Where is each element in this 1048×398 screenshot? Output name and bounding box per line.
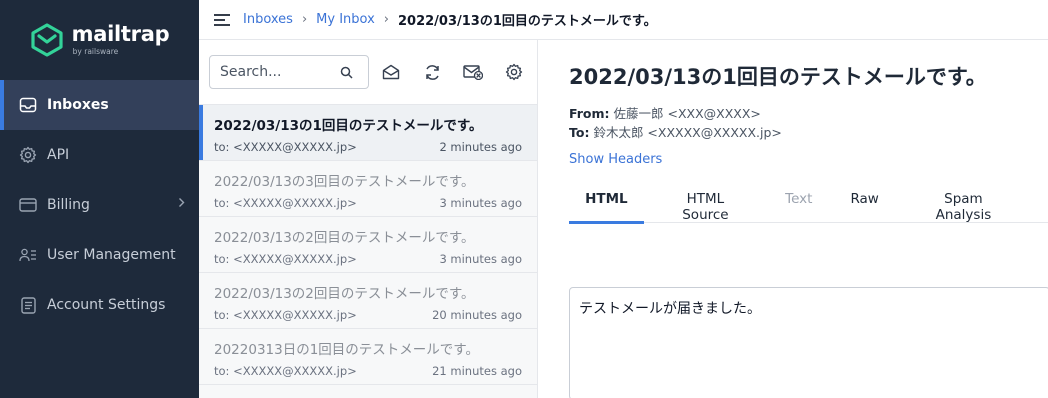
sidebar-item-user-management[interactable]: User Management xyxy=(0,230,199,280)
sidebar: mailtrap by railsware Inboxes API Billin… xyxy=(0,0,199,398)
breadcrumb-inboxes[interactable]: Inboxes xyxy=(243,12,293,27)
to-value: 鈴木太郎 <XXXXX@XXXXX.jp> xyxy=(593,125,782,140)
tab-text: Text xyxy=(785,191,813,207)
message-recipient: to: <XXXXX@XXXXX.jp> xyxy=(214,364,357,378)
view-tabs: HTML HTML Source Text Raw Spam Analysis xyxy=(569,180,1048,224)
breadcrumb-separator: › xyxy=(301,12,308,27)
message-subject: 2022/03/13の1回目のテストメールです。 xyxy=(214,118,483,134)
sidebar-item-label: API xyxy=(47,147,70,163)
list-toolbar xyxy=(199,40,537,105)
breadcrumb: Inboxes › My Inbox › 2022/03/13の1回目のテストメ… xyxy=(199,0,1048,40)
message-time: 2 minutes ago xyxy=(439,140,522,154)
sidebar-item-inboxes[interactable]: Inboxes xyxy=(0,80,199,130)
settings-icon[interactable] xyxy=(504,62,524,82)
refresh-icon[interactable] xyxy=(422,62,442,82)
brand-sub: by railsware xyxy=(72,47,119,57)
sidebar-item-billing[interactable]: Billing xyxy=(0,180,199,230)
message-body-frame: テストメールが届きました。 xyxy=(569,287,1048,398)
message-time: 21 minutes ago xyxy=(432,364,522,378)
message-title: 2022/03/13の1回目のテストメールです。 xyxy=(569,65,987,89)
from-label: From: xyxy=(569,106,610,121)
tab-html[interactable]: HTML xyxy=(569,180,644,224)
sidebar-item-label: User Management xyxy=(47,247,176,263)
message-subject: 2022/03/13の2回目のテストメールです。 xyxy=(214,286,475,302)
message-subject: 20220313日の1回目のテストメールです。 xyxy=(214,342,479,358)
inbox-icon xyxy=(19,96,37,114)
show-headers-link[interactable]: Show Headers xyxy=(569,152,662,167)
mark-read-icon[interactable] xyxy=(381,62,401,82)
brand-name: mailtrap xyxy=(71,22,170,47)
breadcrumb-my-inbox[interactable]: My Inbox xyxy=(316,12,375,27)
users-icon xyxy=(19,246,37,264)
message-recipient: to: <XXXXX@XXXXX.jp> xyxy=(214,252,357,266)
sidebar-item-label: Inboxes xyxy=(47,97,109,113)
menu-icon[interactable] xyxy=(213,13,231,27)
credit-card-icon xyxy=(19,196,37,214)
message-list-item[interactable]: 2022/03/13の3回目のテストメールです。 to: <XXXXX@XXXX… xyxy=(199,161,537,217)
to-label: To: xyxy=(569,125,590,140)
message-list-item[interactable]: 2022/03/13の1回目のテストメールです。 to: <XXXXX@XXXX… xyxy=(199,105,537,161)
message-recipient: to: <XXXXX@XXXXX.jp> xyxy=(214,140,357,154)
sidebar-item-label: Account Settings xyxy=(47,297,166,313)
message-subject: 2022/03/13の3回目のテストメールです。 xyxy=(214,174,475,190)
to-row: To: 鈴木太郎 <XXXXX@XXXXX.jp> xyxy=(569,122,782,141)
from-value: 佐藤一郎 <XXX@XXXX> xyxy=(613,106,761,121)
sidebar-item-label: Billing xyxy=(47,197,90,213)
tab-raw[interactable]: Raw xyxy=(850,180,878,223)
message-recipient: to: <XXXXX@XXXXX.jp> xyxy=(214,308,357,322)
tab-spam-analysis[interactable]: Spam Analysis xyxy=(917,180,1010,223)
message-list-item[interactable]: 2022/03/13の2回目のテストメールです。 to: <XXXXX@XXXX… xyxy=(199,217,537,273)
search-input[interactable] xyxy=(220,64,340,80)
message-list-item[interactable]: 20220313日の1回目のテストメールです。 to: <XXXXX@XXXXX… xyxy=(199,329,537,385)
search-box[interactable] xyxy=(209,55,369,89)
message-body-text: テストメールが届きました。 xyxy=(579,301,761,317)
breadcrumb-separator: › xyxy=(383,12,389,27)
message-detail: 2022/03/13の1回目のテストメールです。 From: 佐藤一郎 <XXX… xyxy=(539,40,1048,398)
gear-icon xyxy=(19,146,37,164)
message-recipient: to: <XXXXX@XXXXX.jp> xyxy=(214,196,357,210)
message-time: 20 minutes ago xyxy=(432,308,522,322)
search-icon[interactable] xyxy=(340,66,353,79)
sidebar-item-account-settings[interactable]: Account Settings xyxy=(0,280,199,330)
message-time: 3 minutes ago xyxy=(439,252,522,266)
from-row: From: 佐藤一郎 <XXX@XXXX> xyxy=(569,103,761,122)
logo[interactable]: mailtrap by railsware xyxy=(0,0,199,80)
tab-html-source[interactable]: HTML Source xyxy=(664,180,747,223)
chevron-right-icon xyxy=(179,198,185,207)
document-icon xyxy=(19,296,37,314)
breadcrumb-current: 2022/03/13の1回目のテストメールです。 xyxy=(397,14,657,29)
message-list-pane: 2022/03/13の1回目のテストメールです。 to: <XXXXX@XXXX… xyxy=(199,40,538,398)
mailtrap-logo-icon xyxy=(31,23,63,57)
sidebar-item-api[interactable]: API xyxy=(0,130,199,180)
clear-inbox-icon[interactable] xyxy=(463,62,483,82)
message-subject: 2022/03/13の2回目のテストメールです。 xyxy=(214,230,475,246)
message-list-item[interactable]: 2022/03/13の2回目のテストメールです。 to: <XXXXX@XXXX… xyxy=(199,273,537,329)
message-time: 3 minutes ago xyxy=(439,196,522,210)
